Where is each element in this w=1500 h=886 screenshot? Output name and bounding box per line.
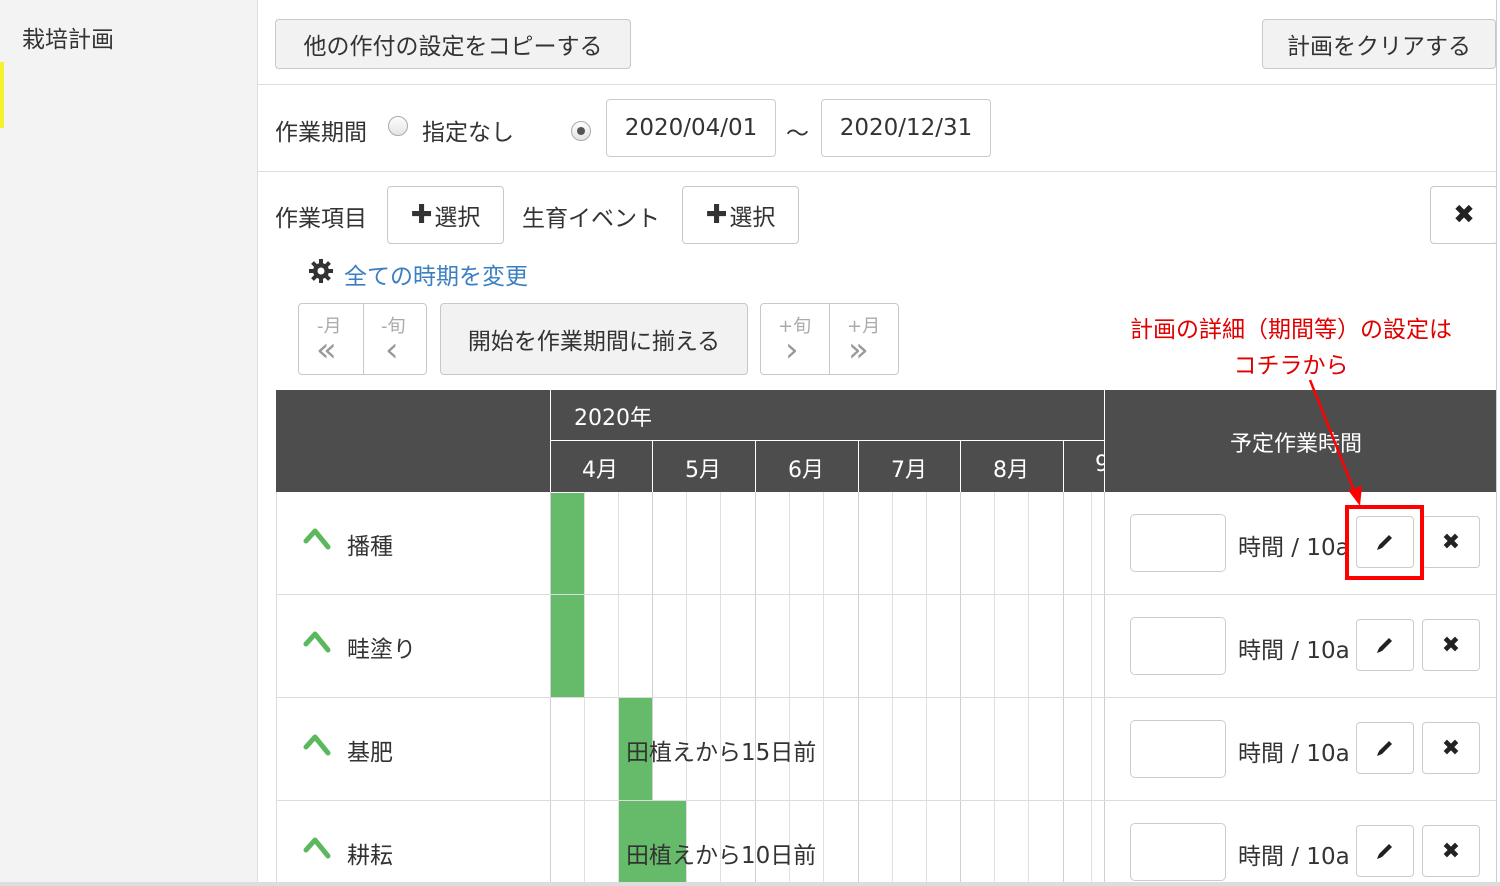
annotation-arrow [1308, 379, 1362, 506]
bottom-border [0, 882, 1500, 886]
right-border [1496, 0, 1500, 886]
